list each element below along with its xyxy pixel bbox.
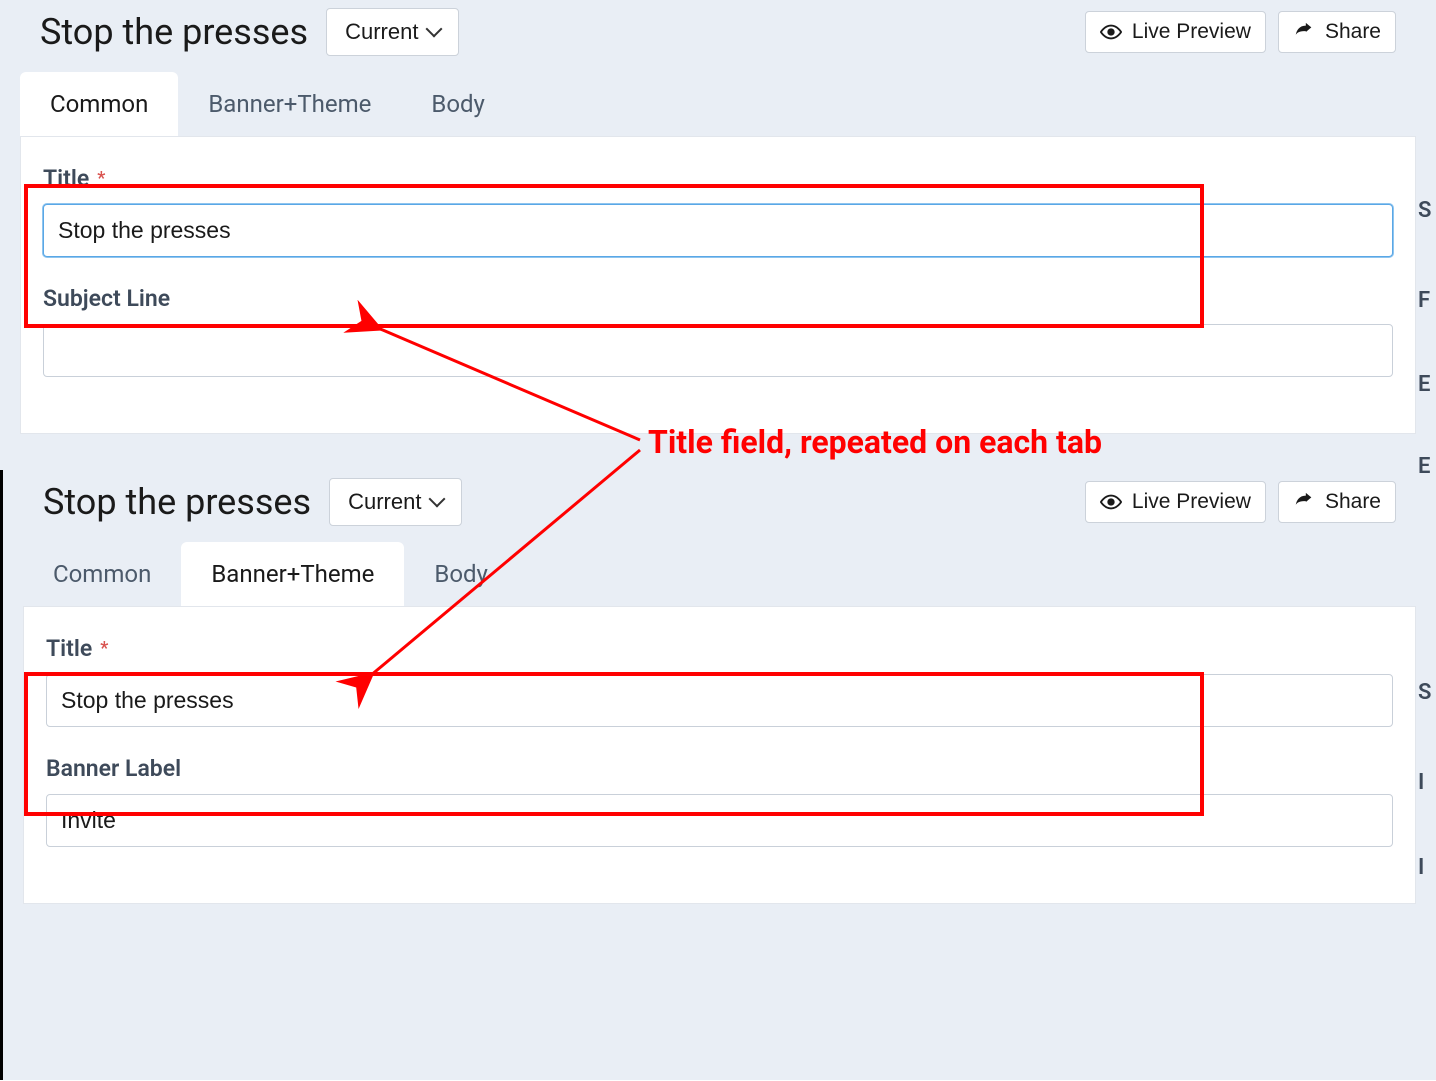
eye-icon: [1100, 21, 1122, 43]
sidebar-stub: F: [1418, 288, 1436, 313]
pane-common: Stop the presses Current Live Preview Sh…: [0, 0, 1436, 470]
live-preview-button[interactable]: Live Preview: [1085, 11, 1266, 53]
page-title: Stop the presses: [40, 11, 308, 53]
tab-banner-theme[interactable]: Banner+Theme: [181, 542, 404, 606]
field-group-banner-label: Banner Label: [46, 755, 1393, 847]
share-button[interactable]: Share: [1278, 11, 1396, 53]
pane-banner-theme: Stop the presses Current Live Preview Sh…: [0, 470, 1436, 1080]
chevron-down-icon: [428, 19, 440, 45]
header: Stop the presses Current Live Preview Sh…: [0, 0, 1436, 68]
header-actions: Live Preview Share: [1085, 11, 1396, 53]
sidebar-stub: S: [1418, 680, 1436, 705]
version-label: Current: [345, 19, 418, 45]
tab-common[interactable]: Common: [23, 542, 181, 606]
title-label: Title *: [43, 165, 1393, 192]
banner-label-input[interactable]: [46, 794, 1393, 847]
title-label: Title *: [46, 635, 1393, 662]
subject-label: Subject Line: [43, 285, 1393, 312]
live-preview-button[interactable]: Live Preview: [1085, 481, 1266, 523]
eye-icon: [1100, 491, 1122, 513]
required-indicator: *: [97, 170, 105, 188]
share-icon: [1293, 491, 1315, 513]
version-label: Current: [348, 489, 421, 515]
share-button[interactable]: Share: [1278, 481, 1396, 523]
required-indicator: *: [100, 640, 108, 658]
field-group-title: Title *: [43, 165, 1393, 257]
tab-panel-banner-theme: Title * Banner Label: [23, 606, 1416, 904]
tab-common[interactable]: Common: [20, 72, 178, 136]
annotation-text: Title field, repeated on each tab: [648, 423, 1102, 461]
field-group-title: Title *: [46, 635, 1393, 727]
tab-banner-theme[interactable]: Banner+Theme: [178, 72, 401, 136]
title-input[interactable]: [43, 204, 1393, 257]
sidebar-stub: I: [1418, 855, 1436, 880]
field-group-subject: Subject Line: [43, 285, 1393, 377]
tab-body[interactable]: Body: [401, 72, 515, 136]
header: Stop the presses Current Live Preview Sh…: [3, 470, 1436, 538]
sidebar-stub: E: [1418, 372, 1436, 397]
version-dropdown[interactable]: Current: [326, 8, 459, 56]
tab-body[interactable]: Body: [404, 542, 518, 606]
subject-input[interactable]: [43, 324, 1393, 377]
sidebar-stub: S: [1418, 198, 1436, 223]
page-title: Stop the presses: [43, 481, 311, 523]
sidebar-stub: E: [1418, 454, 1436, 479]
chevron-down-icon: [431, 489, 443, 515]
tab-panel-common: Title * Subject Line: [20, 136, 1416, 434]
tab-bar: Common Banner+Theme Body: [3, 538, 1436, 606]
banner-label: Banner Label: [46, 755, 1393, 782]
header-actions: Live Preview Share: [1085, 481, 1396, 523]
share-icon: [1293, 21, 1315, 43]
sidebar-stub: I: [1418, 770, 1436, 795]
tab-bar: Common Banner+Theme Body: [0, 68, 1436, 136]
title-input[interactable]: [46, 674, 1393, 727]
version-dropdown[interactable]: Current: [329, 478, 462, 526]
